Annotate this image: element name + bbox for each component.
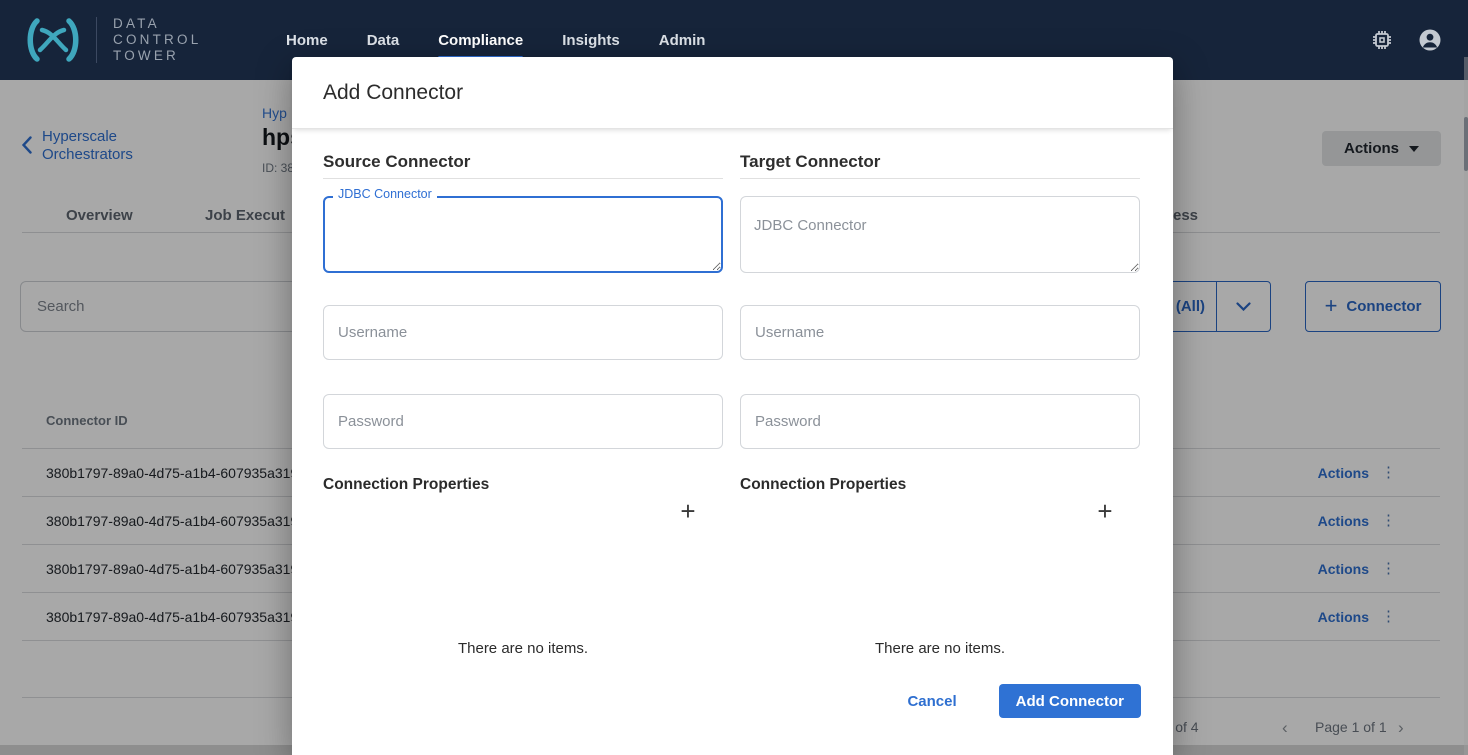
brand-line-2: CONTROL	[113, 32, 201, 48]
source-add-property-icon[interactable]: +	[673, 496, 703, 526]
target-props-heading: Connection Properties	[740, 476, 906, 494]
source-section-divider	[323, 178, 723, 179]
source-username-input[interactable]	[323, 305, 723, 360]
source-username-field	[323, 305, 723, 360]
target-connector-section: Target Connector Connection Properties +…	[740, 152, 1140, 642]
source-connector-section: Source Connector JDBC Connector Connecti…	[323, 152, 723, 642]
brand-line-1: DATA	[113, 16, 201, 32]
source-jdbc-label: JDBC Connector	[333, 187, 437, 201]
account-icon[interactable]	[1418, 28, 1442, 52]
chip-icon[interactable]	[1371, 29, 1393, 51]
target-username-input[interactable]	[740, 305, 1140, 360]
cancel-button[interactable]: Cancel	[907, 693, 956, 710]
nav-right	[1371, 28, 1448, 52]
add-connector-submit-button[interactable]: Add Connector	[999, 684, 1141, 718]
source-section-heading: Source Connector	[323, 152, 470, 172]
target-password-field	[740, 394, 1140, 449]
brand-line-3: TOWER	[113, 48, 201, 64]
source-jdbc-textarea[interactable]	[323, 196, 723, 273]
source-password-input[interactable]	[323, 394, 723, 449]
target-section-divider	[740, 178, 1140, 179]
target-password-input[interactable]	[740, 394, 1140, 449]
scrollbar-track[interactable]	[1464, 57, 1468, 755]
add-connector-dialog: Add Connector Source Connector JDBC Conn…	[292, 57, 1173, 755]
target-section-heading: Target Connector	[740, 152, 880, 172]
source-props-heading: Connection Properties	[323, 476, 489, 494]
dialog-header: Add Connector	[292, 57, 1173, 129]
source-empty-text: There are no items.	[323, 640, 723, 657]
brand-divider	[96, 17, 97, 63]
scrollbar-thumb[interactable]	[1464, 117, 1468, 171]
source-password-field	[323, 394, 723, 449]
target-username-field	[740, 305, 1140, 360]
target-jdbc-textarea[interactable]	[740, 196, 1140, 273]
dialog-footer: Cancel Add Connector	[907, 684, 1141, 718]
brand-logo-icon	[24, 15, 82, 65]
dialog-title: Add Connector	[323, 81, 463, 105]
target-jdbc-field	[740, 196, 1140, 273]
source-jdbc-field: JDBC Connector	[323, 196, 723, 273]
target-empty-text: There are no items.	[740, 640, 1140, 657]
brand: DATA CONTROL TOWER	[24, 15, 256, 65]
brand-text: DATA CONTROL TOWER	[113, 16, 201, 64]
target-add-property-icon[interactable]: +	[1090, 496, 1120, 526]
